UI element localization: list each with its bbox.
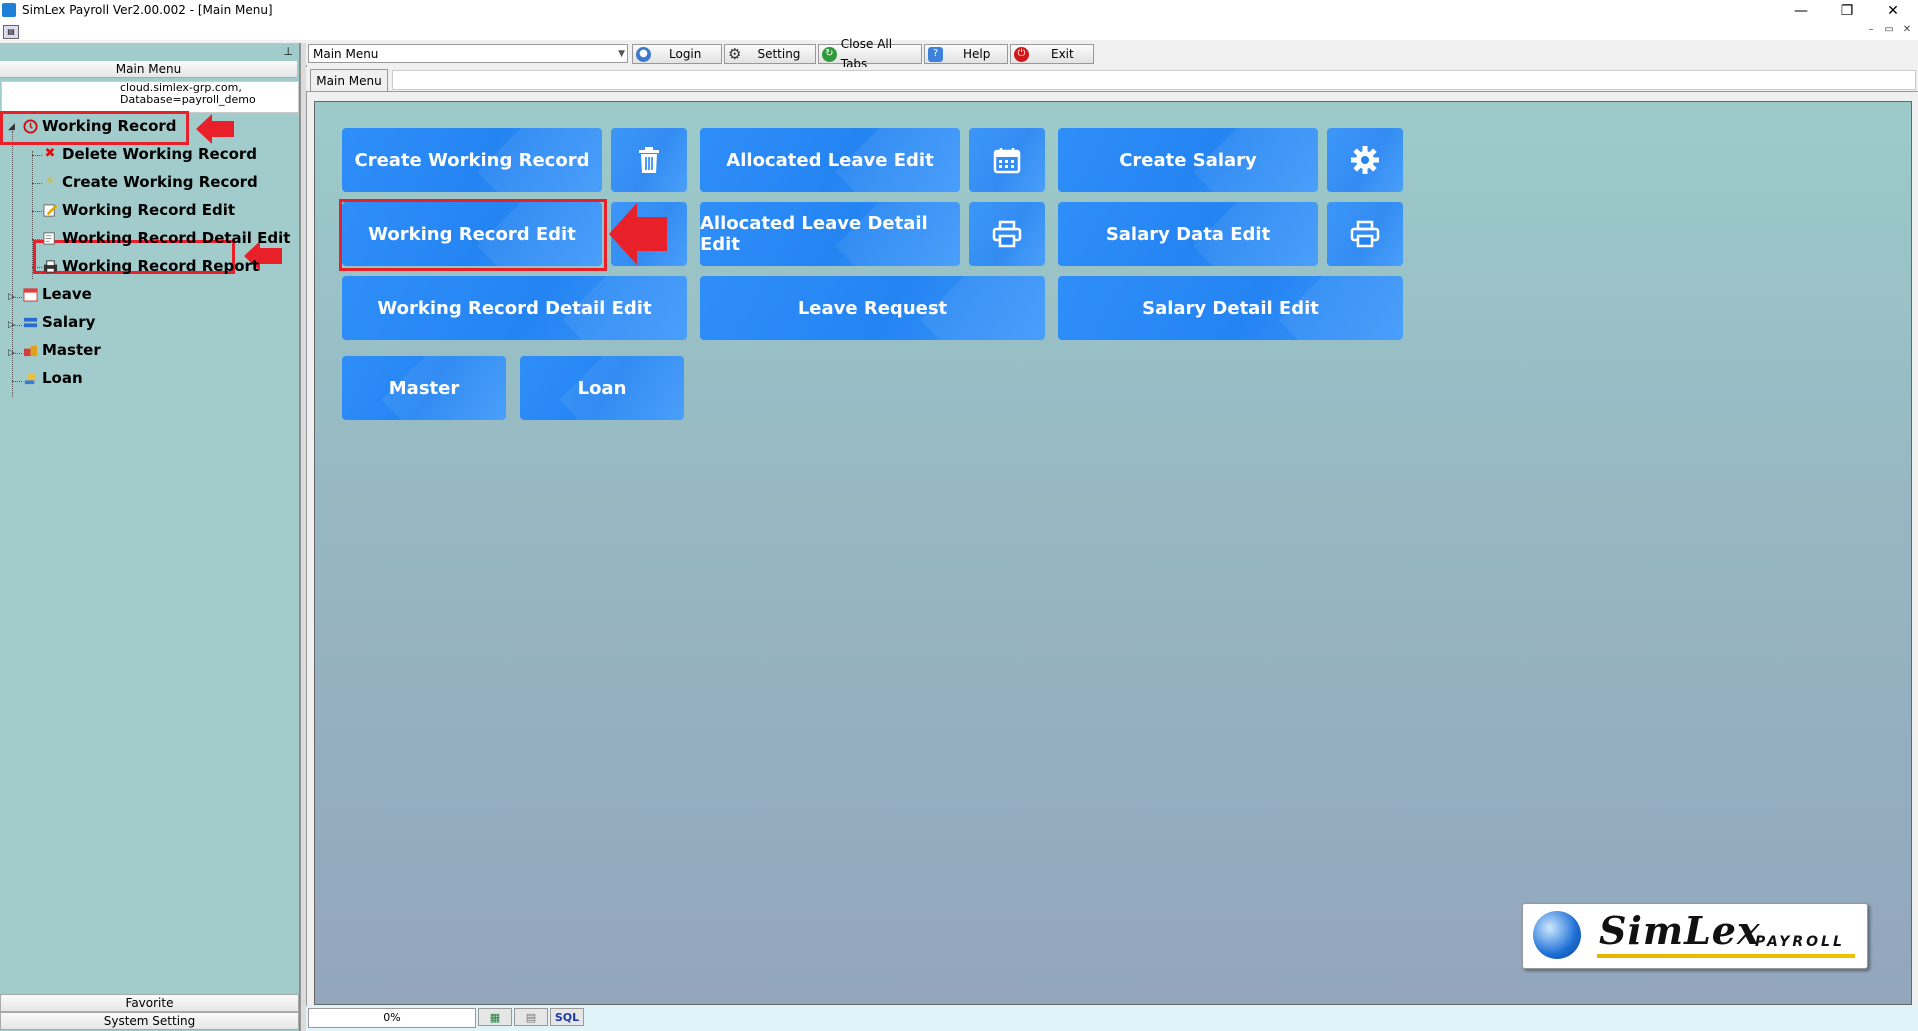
power-icon: ⏻	[1014, 46, 1029, 62]
sql-button[interactable]: SQL	[550, 1008, 584, 1026]
tab-strip: Main Menu	[306, 67, 1918, 92]
status-bar: 0% ▦ ▤ SQL	[306, 1006, 1918, 1031]
loan-icon	[22, 370, 38, 386]
red-arrow-icon	[609, 203, 669, 268]
create-working-record-tile[interactable]: Create Working Record	[342, 128, 602, 192]
allocated-leave-detail-edit-tile[interactable]: Allocated Leave Detail Edit	[700, 202, 960, 266]
printer-icon	[42, 258, 58, 274]
trash-icon	[639, 147, 659, 173]
help-icon: ?	[928, 46, 943, 62]
pin-icon[interactable]: ⊥	[283, 45, 293, 58]
login-button[interactable]: ● Login	[632, 44, 722, 64]
main-menu-combo[interactable]: Main Menu ▼	[308, 44, 628, 63]
printer-icon	[992, 220, 1022, 248]
panel-header: Main Menu	[0, 61, 297, 78]
tree-item-create-working-record[interactable]: ⚡ Create Working Record	[42, 171, 257, 193]
salary-print-tile[interactable]	[1327, 202, 1403, 266]
tree-item-leave[interactable]: Leave	[22, 283, 92, 305]
help-button[interactable]: ? Help	[924, 44, 1008, 64]
boxes-icon	[22, 342, 38, 358]
left-navigation-panel: Main Menu ⊥ cloud.simlex-grp.com, Databa…	[0, 43, 300, 1031]
toolbar: Main Menu ▼ ● Login ⚙ Setting ↻ Close Al…	[306, 37, 1918, 71]
mdi-close-icon[interactable]: ✕	[1898, 24, 1916, 38]
refresh-icon: ↻	[822, 46, 837, 62]
minimize-button[interactable]: —	[1778, 0, 1824, 22]
create-salary-tile[interactable]: Create Salary	[1058, 128, 1318, 192]
window-title: SimLex Payroll Ver2.00.002 - [Main Menu]	[22, 3, 273, 17]
tree-item-master[interactable]: Master	[22, 339, 101, 361]
calendar-icon	[993, 148, 1021, 174]
loan-tile[interactable]: Loan	[520, 356, 684, 420]
close-button[interactable]: ✕	[1870, 0, 1916, 22]
layers-button[interactable]: ▤	[514, 1008, 548, 1026]
setting-button[interactable]: ⚙ Setting	[724, 44, 816, 64]
working-record-detail-edit-tile[interactable]: Working Record Detail Edit	[342, 276, 687, 340]
salary-settings-tile[interactable]	[1327, 128, 1403, 192]
mdi-minimize-icon[interactable]: –	[1862, 24, 1880, 38]
leave-request-tile[interactable]: Leave Request	[700, 276, 1045, 340]
user-icon: ●	[636, 46, 651, 62]
title-bar: SimLex Payroll Ver2.00.002 - [Main Menu]…	[0, 0, 1918, 22]
tree-item-working-record-edit[interactable]: Working Record Edit	[42, 199, 235, 221]
mdi-doc-icon[interactable]: ▤	[3, 25, 19, 39]
mdi-restore-icon[interactable]: ▭	[1880, 24, 1898, 38]
layers-icon: ▤	[525, 1010, 537, 1024]
money-icon	[22, 314, 38, 330]
allocated-leave-edit-tile[interactable]: Allocated Leave Edit	[700, 128, 960, 192]
favorite-section[interactable]: Favorite	[0, 994, 299, 1012]
main-menu-content: Create Working Record Allocated Leave Ed…	[314, 101, 1912, 1005]
calendar-icon	[22, 286, 38, 302]
menu-bar: ▤	[0, 22, 1918, 40]
system-setting-section[interactable]: System Setting	[0, 1012, 299, 1030]
excel-icon: ▦	[489, 1010, 501, 1024]
app-icon	[2, 3, 16, 17]
panel-splitter[interactable]	[300, 43, 307, 1031]
export-excel-button[interactable]: ▦	[478, 1008, 512, 1026]
printer-icon	[1350, 220, 1380, 248]
salary-detail-edit-tile[interactable]: Salary Detail Edit	[1058, 276, 1403, 340]
connection-info: cloud.simlex-grp.com, Database=payroll_d…	[1, 81, 299, 113]
progress-indicator: 0%	[308, 1008, 476, 1028]
tree-item-delete-working-record[interactable]: ✖ Delete Working Record	[42, 143, 257, 165]
tree-item-loan[interactable]: Loan	[22, 367, 83, 389]
exit-button[interactable]: ⏻ Exit	[1010, 44, 1094, 64]
expand-icon[interactable]: ▷	[8, 292, 15, 302]
highlight-box	[0, 111, 189, 145]
delete-working-record-tile[interactable]	[611, 128, 687, 192]
allocated-leave-tile[interactable]	[969, 128, 1045, 192]
gear-icon: ⚙	[728, 45, 742, 63]
tree-item-salary[interactable]: Salary	[22, 311, 95, 333]
close-all-tabs-button[interactable]: ↻ Close All Tabs	[818, 37, 922, 71]
tree-item-working-record-report[interactable]: Working Record Report	[42, 255, 259, 277]
delete-x-icon: ✖	[44, 146, 56, 161]
maximize-button[interactable]: ❐	[1824, 0, 1870, 22]
allocated-leave-print-tile[interactable]	[969, 202, 1045, 266]
tab-strip-fill	[392, 70, 1916, 90]
logo-swoosh	[1597, 954, 1855, 958]
salary-data-edit-tile[interactable]: Salary Data Edit	[1058, 202, 1318, 266]
edit-icon	[42, 202, 58, 218]
master-tile[interactable]: Master	[342, 356, 506, 420]
expand-icon[interactable]: ▷	[8, 348, 15, 358]
lightning-icon: ⚡	[45, 174, 55, 189]
expand-icon[interactable]: ▷	[8, 320, 15, 330]
simlex-payroll-logo: SimLex PAYROLL	[1522, 903, 1868, 969]
tab-main-menu[interactable]: Main Menu	[310, 69, 388, 91]
detail-edit-icon	[42, 230, 58, 246]
chevron-down-icon: ▼	[618, 49, 625, 59]
globe-icon	[1533, 911, 1581, 959]
gear-icon	[1351, 146, 1379, 174]
tree-item-working-record-detail-edit[interactable]: Working Record Detail Edit	[42, 227, 290, 249]
